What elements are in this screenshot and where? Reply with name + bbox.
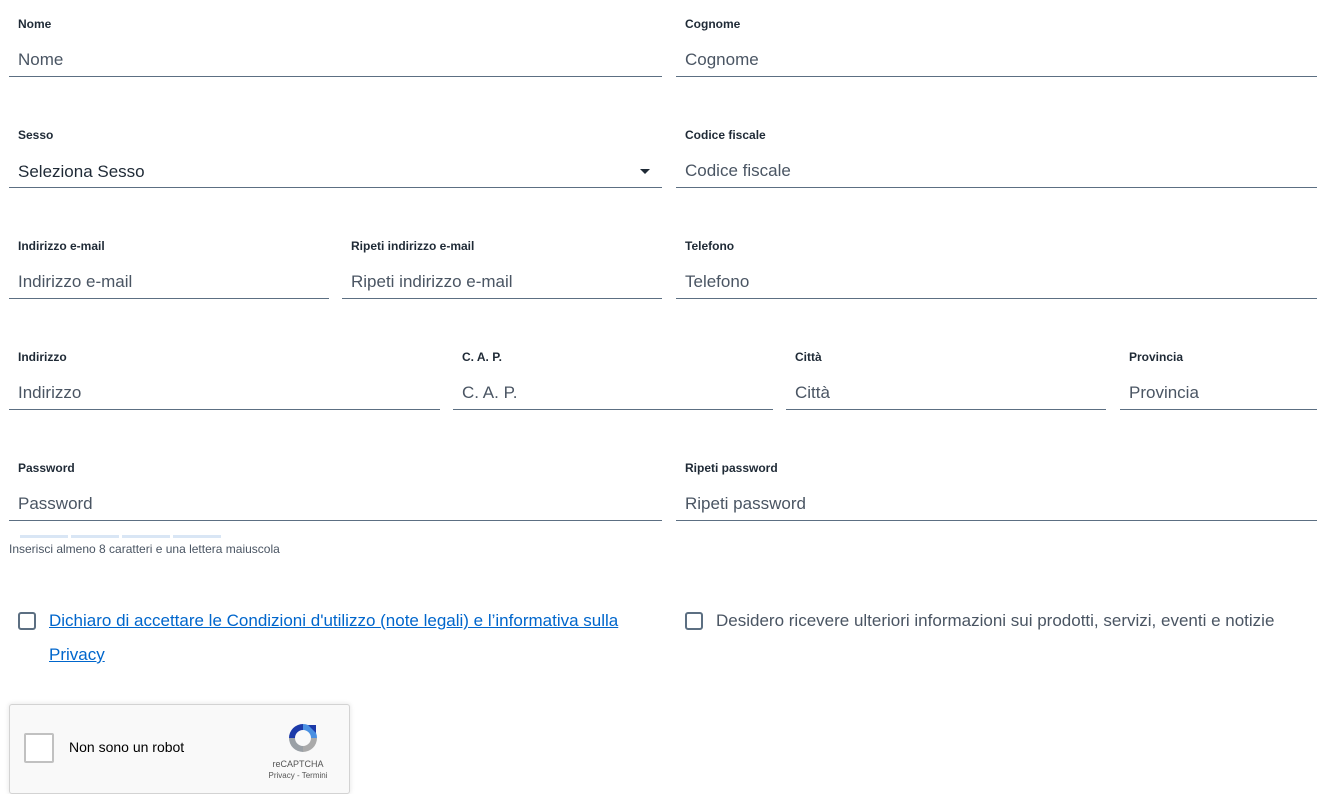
recaptcha-terms-link[interactable]: Termini: [302, 771, 328, 780]
recaptcha-widget: Non sono un robot reCAPTCHA Privacy - Te…: [9, 704, 350, 794]
email-input[interactable]: [9, 265, 329, 299]
password-label: Password: [18, 461, 75, 475]
provincia-field: Provincia: [1120, 350, 1317, 420]
cap-field: C. A. P.: [453, 350, 773, 420]
password-input[interactable]: [9, 487, 662, 521]
password-repeat-field: Ripeti password: [676, 461, 1317, 531]
email-repeat-field: Ripeti indirizzo e-mail: [342, 239, 662, 309]
email-repeat-label: Ripeti indirizzo e-mail: [351, 239, 475, 253]
password-hint: Inserisci almeno 8 caratteri e una lette…: [9, 542, 280, 556]
marketing-checkbox[interactable]: [685, 612, 703, 630]
citta-label: Città: [795, 350, 822, 364]
codice-fiscale-field: Codice fiscale: [676, 128, 1317, 198]
recaptcha-brand: reCAPTCHA: [272, 759, 324, 769]
sesso-select[interactable]: Seleziona Sesso: [9, 154, 662, 188]
indirizzo-input[interactable]: [9, 376, 440, 410]
nome-input[interactable]: [9, 43, 662, 77]
cap-label: C. A. P.: [462, 350, 503, 364]
provincia-label: Provincia: [1129, 350, 1184, 364]
strength-segment: [20, 535, 68, 538]
recaptcha-link-separator: -: [294, 771, 302, 780]
nome-field: Nome: [9, 17, 662, 87]
caret-down-icon: [640, 169, 650, 174]
email-repeat-input[interactable]: [342, 265, 662, 299]
codice-fiscale-input[interactable]: [676, 154, 1317, 188]
indirizzo-field: Indirizzo: [9, 350, 440, 420]
recaptcha-checkbox[interactable]: [24, 733, 54, 763]
sesso-selected-value: Seleziona Sesso: [18, 162, 145, 181]
sesso-label: Sesso: [18, 128, 54, 142]
cognome-field: Cognome: [676, 17, 1317, 87]
provincia-input[interactable]: [1120, 376, 1317, 410]
privacy-consent-text: Dichiaro di accettare le Condizioni d'ut…: [49, 604, 659, 672]
sesso-field: Sesso Seleziona Sesso: [9, 128, 662, 198]
recaptcha-links: Privacy - Termini: [248, 771, 348, 780]
telefono-input[interactable]: [676, 265, 1317, 299]
citta-input[interactable]: [786, 376, 1106, 410]
privacy-checkbox[interactable]: [18, 612, 36, 630]
citta-field: Città: [786, 350, 1106, 420]
cognome-input[interactable]: [676, 43, 1317, 77]
cognome-label: Cognome: [685, 17, 741, 31]
recaptcha-logo-icon: [289, 724, 317, 752]
telefono-field: Telefono: [676, 239, 1317, 309]
password-repeat-label: Ripeti password: [685, 461, 778, 475]
privacy-consent-link[interactable]: Dichiaro di accettare le Condizioni d'ut…: [49, 611, 618, 664]
strength-segment: [71, 535, 119, 538]
nome-label: Nome: [18, 17, 52, 31]
password-repeat-input[interactable]: [676, 487, 1317, 521]
telefono-label: Telefono: [685, 239, 735, 253]
recaptcha-privacy-link[interactable]: Privacy: [269, 771, 295, 780]
strength-segment: [122, 535, 170, 538]
cap-input[interactable]: [453, 376, 773, 410]
email-label: Indirizzo e-mail: [18, 239, 105, 253]
strength-segment: [173, 535, 221, 538]
email-field: Indirizzo e-mail: [9, 239, 329, 309]
codice-fiscale-label: Codice fiscale: [685, 128, 766, 142]
password-field: Password: [9, 461, 662, 531]
indirizzo-label: Indirizzo: [18, 350, 67, 364]
marketing-consent-text: Desidero ricevere ulteriori informazioni…: [716, 611, 1275, 630]
recaptcha-label: Non sono un robot: [69, 739, 185, 755]
